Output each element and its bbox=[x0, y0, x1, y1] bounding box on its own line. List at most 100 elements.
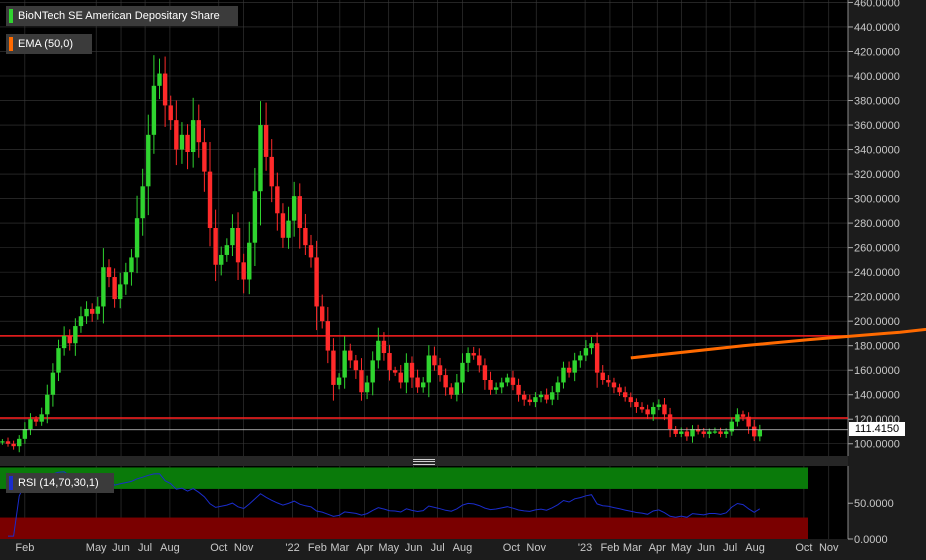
x-tick-label: May bbox=[86, 542, 107, 554]
candle-down bbox=[606, 380, 611, 383]
candle-down bbox=[5, 441, 11, 444]
candle-down bbox=[482, 365, 488, 380]
candle-up bbox=[404, 362, 409, 383]
candle-up bbox=[252, 191, 258, 243]
candle-down bbox=[471, 353, 476, 356]
candle-up bbox=[230, 228, 235, 246]
candle-up bbox=[129, 257, 134, 273]
candle-down bbox=[331, 350, 336, 385]
x-tick-label: Apr bbox=[356, 542, 373, 554]
candle-up bbox=[690, 429, 695, 437]
x-tick-label: Feb bbox=[600, 542, 619, 554]
candle-up bbox=[95, 306, 100, 314]
candle-down bbox=[112, 277, 117, 300]
candle-up bbox=[17, 438, 22, 447]
candle-up bbox=[707, 431, 712, 434]
x-tick-label: Feb bbox=[15, 542, 34, 554]
y-tick-label: 260.0000 bbox=[854, 243, 900, 255]
candle-up bbox=[572, 360, 577, 373]
x-tick-label: Jun bbox=[112, 542, 130, 554]
legend-instrument[interactable]: BioNTech SE American Depositary Share bbox=[6, 6, 238, 26]
candle-up bbox=[555, 382, 561, 393]
y-tick-label: 160.0000 bbox=[854, 365, 900, 377]
candle-down bbox=[684, 431, 690, 437]
legend-ema[interactable]: EMA (50,0) bbox=[6, 34, 92, 54]
candle-up bbox=[499, 382, 504, 388]
x-tick-label: Jul bbox=[431, 542, 445, 554]
candle-down bbox=[314, 257, 319, 307]
candle-down bbox=[566, 367, 572, 373]
candle-up bbox=[679, 431, 684, 434]
candle-down bbox=[449, 387, 454, 395]
candle-down bbox=[392, 370, 398, 373]
candle-up bbox=[723, 431, 729, 434]
x-tick-label: Nov bbox=[234, 542, 254, 554]
candle-up bbox=[656, 404, 662, 407]
candle-up bbox=[342, 350, 347, 378]
candle-down bbox=[510, 377, 516, 385]
candle-up bbox=[735, 414, 740, 422]
candle-down bbox=[645, 409, 650, 415]
y-tick-label: 100.0000 bbox=[854, 439, 900, 451]
y-tick-label: 340.0000 bbox=[854, 145, 900, 157]
legend-rsi[interactable]: RSI (14,70,30,1) bbox=[6, 473, 114, 493]
candle-down bbox=[667, 414, 673, 430]
candle-down bbox=[622, 392, 628, 398]
candle-up bbox=[286, 220, 291, 238]
x-tick-label: Oct bbox=[795, 542, 812, 554]
candle-up bbox=[460, 362, 465, 383]
x-tick-label: Jun bbox=[405, 542, 423, 554]
y-tick-label: 180.0000 bbox=[854, 341, 900, 353]
candle-up bbox=[101, 267, 106, 307]
candle-up bbox=[73, 326, 78, 344]
candle-down bbox=[544, 394, 549, 400]
candle-up bbox=[123, 272, 129, 285]
candle-up bbox=[39, 414, 44, 422]
x-tick-label: Aug bbox=[745, 542, 765, 554]
y-tick-label: 400.0000 bbox=[854, 71, 900, 83]
candle-up bbox=[465, 353, 471, 363]
candle-down bbox=[280, 213, 286, 238]
candle-down bbox=[263, 125, 269, 157]
candle-down bbox=[359, 370, 364, 393]
x-tick-label: Mar bbox=[623, 542, 642, 554]
candle-down bbox=[202, 142, 207, 172]
candle-up bbox=[454, 382, 460, 395]
candle-up bbox=[258, 125, 263, 192]
candle-down bbox=[297, 196, 302, 228]
candle-down bbox=[443, 375, 448, 388]
candle-up bbox=[146, 134, 151, 187]
candle-up bbox=[247, 242, 252, 280]
candle-up bbox=[157, 73, 162, 86]
candle-down bbox=[308, 245, 314, 258]
legend-rsi-label: RSI (14,70,30,1) bbox=[18, 477, 99, 489]
candle-down bbox=[241, 262, 246, 280]
candle-down bbox=[235, 228, 241, 263]
y-tick-label: 240.0000 bbox=[854, 267, 900, 279]
candle-up bbox=[538, 394, 544, 398]
last-price-badge: 111.4150 bbox=[849, 422, 905, 436]
candle-up bbox=[22, 429, 28, 439]
candle-down bbox=[639, 406, 645, 410]
candle-down bbox=[527, 399, 532, 403]
candle-down bbox=[634, 402, 639, 407]
candle-down bbox=[611, 382, 617, 388]
candle-down bbox=[213, 228, 218, 265]
candle-up bbox=[561, 367, 566, 383]
legend-ema-label: EMA (50,0) bbox=[18, 38, 74, 50]
candle-up bbox=[56, 348, 61, 373]
y-tick-label: 460.0000 bbox=[854, 0, 900, 9]
candle-down bbox=[207, 171, 213, 228]
x-tick-label: Jul bbox=[723, 542, 737, 554]
candle-down bbox=[432, 355, 437, 366]
candle-down bbox=[437, 365, 443, 376]
candle-up bbox=[84, 308, 89, 317]
y-tick-label: 360.0000 bbox=[854, 120, 900, 132]
candle-up bbox=[505, 377, 510, 383]
candle-down bbox=[398, 372, 403, 383]
x-tick-label: Jun bbox=[697, 542, 715, 554]
candle-up bbox=[370, 360, 375, 383]
chart-canvas: 100.0000120.0000140.0000160.0000180.0000… bbox=[0, 0, 926, 554]
y-tick-label: 140.0000 bbox=[854, 390, 900, 402]
x-tick-label: Oct bbox=[503, 542, 520, 554]
